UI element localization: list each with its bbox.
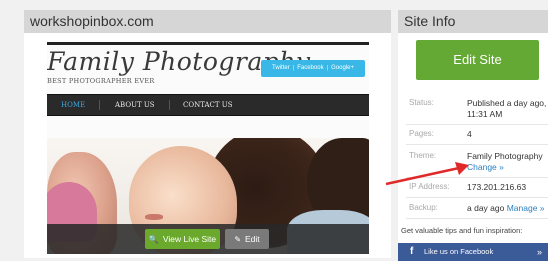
edit-site-button[interactable]: Edit Site [416,40,539,80]
preview-social-twitter: Twitter [271,65,290,71]
row-divider [406,124,548,125]
preview-navbar: HOME ABOUT US CONTACT US [47,94,369,116]
ip-value: 173.201.216.63 [467,182,527,192]
pages-value: 4 [467,129,472,139]
preview-nav-about: ABOUT US [115,101,155,109]
preview-top-border [47,42,369,45]
row-divider [406,197,548,198]
search-icon: 🔍 [148,235,159,244]
theme-value: Family Photography [467,151,543,161]
tips-text: Get valuable tips and fun inspiration: [401,226,523,235]
chevron-right-icon: » [536,247,542,257]
view-live-site-button[interactable]: 🔍 View Live Site [145,229,220,249]
preview-social-facebook: Facebook [297,65,324,71]
theme-value-block: Family Photography Change » [467,151,547,173]
facebook-like-bar[interactable]: f Like us on Facebook » [398,243,548,261]
preview-nav-divider [99,100,100,110]
site-preview-panel: workshopinbox.com Family Photography BES… [24,10,391,258]
site-info-panel: Site Info Edit Site Status: Published a … [398,10,548,261]
edit-label: Edit [245,234,260,244]
preview-social-google: Google+ [331,65,354,71]
theme-label: Theme: [409,151,437,160]
status-value: Published a day ago, 11:31 AM [467,98,547,119]
row-divider [406,144,548,145]
site-dashboard: workshopinbox.com Family Photography BES… [0,0,548,261]
site-thumbnail[interactable]: Family Photography BEST PHOTOGRAPHER EVE… [47,42,369,254]
row-divider [406,218,548,219]
backup-label: Backup: [409,203,438,212]
backup-value: a day ago [467,203,505,213]
preview-brand-tagline: BEST PHOTOGRAPHER EVER [47,77,155,85]
backup-value-block: a day ago Manage » [467,203,547,214]
preview-nav-home: HOME [61,101,86,109]
backup-manage-link[interactable]: Manage » [507,203,545,213]
annotation-arrow-icon [385,162,469,186]
view-live-site-label: View Live Site [162,234,217,244]
preview-hero-photo: 🔍 View Live Site ✎ Edit [47,138,369,254]
site-domain-header: workshopinbox.com [24,10,391,33]
edit-button[interactable]: ✎ Edit [225,229,269,249]
preview-nav-divider [169,100,170,110]
facebook-icon: f [410,246,414,257]
facebook-like-label: Like us on Facebook [424,247,494,256]
hero-photo-lips [145,214,163,220]
status-label: Status: [409,98,434,107]
pages-label: Pages: [409,129,434,138]
site-info-title: Site Info [398,10,548,33]
preview-nav-contact: CONTACT US [183,101,233,109]
preview-action-bar: 🔍 View Live Site ✎ Edit [47,224,369,254]
edit-icon: ✎ [234,235,242,244]
preview-social-ribbon: Twitter | Facebook | Google+ [261,60,365,77]
